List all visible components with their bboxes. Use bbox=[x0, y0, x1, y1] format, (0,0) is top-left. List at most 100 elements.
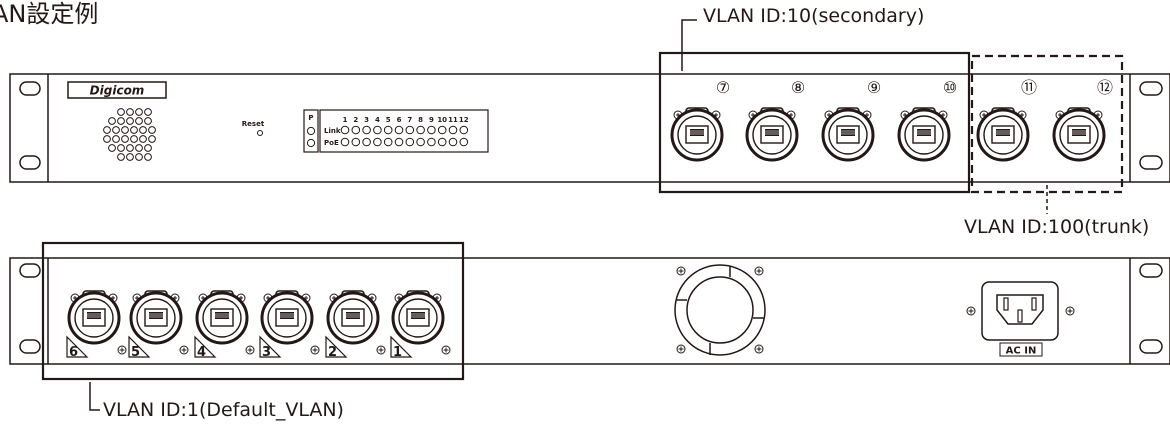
led-number-label: 10 bbox=[437, 116, 447, 124]
rack-ear-slot bbox=[19, 155, 41, 170]
speaker-hole bbox=[144, 108, 152, 116]
rack-ear-slot bbox=[1139, 81, 1163, 96]
speaker-hole bbox=[144, 117, 152, 125]
poe-led bbox=[362, 137, 371, 147]
led-number-label: 3 bbox=[364, 116, 369, 124]
link-led bbox=[448, 125, 458, 135]
port-number-label: 6 bbox=[69, 345, 78, 360]
speaker-hole bbox=[148, 135, 156, 143]
port-number-badge: ⑨ bbox=[867, 78, 881, 97]
port-number-badge: ⑧ bbox=[791, 78, 805, 97]
port-number-label: 5 bbox=[131, 345, 140, 360]
speaker-hole bbox=[108, 144, 116, 152]
poe-led bbox=[373, 137, 382, 147]
link-led bbox=[416, 125, 425, 135]
front-panel: Digicom Reset P Link PoE 1 2 3 4 5 6 7 8 9 10 11 12… bbox=[9, 73, 1170, 183]
speaker-hole bbox=[121, 126, 129, 134]
power-led bbox=[306, 138, 316, 148]
link-led bbox=[437, 125, 447, 135]
speaker-hole bbox=[121, 135, 129, 143]
poe-led bbox=[351, 137, 361, 147]
port-number-badge: ⑦ bbox=[716, 78, 730, 97]
link-led bbox=[351, 125, 361, 135]
led-number-label: 11 bbox=[448, 116, 458, 124]
speaker-hole bbox=[144, 153, 152, 161]
power-label: P bbox=[308, 114, 313, 122]
poe-led bbox=[448, 137, 458, 147]
port-number-badge: ⑫ bbox=[1097, 78, 1113, 97]
link-led bbox=[459, 125, 469, 135]
speaker-hole bbox=[108, 117, 116, 125]
callout-line bbox=[89, 382, 100, 411]
port-number-badge: ⑩ bbox=[943, 78, 957, 97]
poe-label: PoE bbox=[324, 139, 339, 147]
speaker-hole bbox=[148, 126, 156, 134]
speaker-hole bbox=[144, 144, 152, 152]
led-number-label: 12 bbox=[459, 116, 469, 124]
speaker-hole bbox=[130, 135, 138, 143]
poe-led bbox=[340, 137, 350, 147]
link-led bbox=[373, 125, 382, 135]
link-led bbox=[394, 125, 404, 135]
fan-icon bbox=[674, 264, 766, 356]
speaker-hole bbox=[117, 117, 125, 125]
port-number-badge: ⑪ bbox=[1021, 78, 1037, 97]
speaker-hole bbox=[126, 117, 134, 125]
link-label: Link bbox=[324, 127, 341, 135]
poe-led bbox=[416, 137, 425, 147]
led-number-label: 1 bbox=[343, 116, 348, 124]
link-led bbox=[405, 125, 415, 135]
led-number-label: 9 bbox=[429, 116, 434, 124]
speaker-hole bbox=[112, 126, 120, 134]
poe-led bbox=[394, 137, 404, 147]
rack-ear-slot bbox=[1139, 339, 1163, 354]
poe-led bbox=[437, 137, 447, 147]
speaker-hole bbox=[112, 135, 120, 143]
poe-led bbox=[427, 137, 436, 147]
power-led bbox=[306, 126, 316, 136]
led-number-label: 4 bbox=[375, 116, 380, 124]
speaker-hole bbox=[117, 108, 125, 116]
port-number-label: 4 bbox=[197, 345, 206, 360]
brand-logo: Digicom bbox=[90, 84, 145, 98]
callout-line bbox=[681, 19, 697, 71]
link-led bbox=[362, 125, 371, 135]
speaker-hole bbox=[117, 144, 125, 152]
speaker-hole bbox=[103, 126, 111, 134]
led-number-label: 7 bbox=[407, 116, 412, 124]
led-number-label: 2 bbox=[353, 116, 358, 124]
port-number-label: 2 bbox=[328, 345, 337, 360]
speaker-hole bbox=[126, 108, 134, 116]
switch-diagram: Digicom Reset P Link PoE 1 2 3 4 5 6 7 8 9 10 11 12… bbox=[9, 19, 1170, 411]
poe-led bbox=[405, 137, 415, 147]
poe-led bbox=[459, 137, 469, 147]
led-number-label: 5 bbox=[386, 116, 391, 124]
led-number-label: 6 bbox=[397, 116, 402, 124]
poe-led bbox=[383, 137, 393, 147]
speaker-hole bbox=[117, 153, 125, 161]
speaker-hole bbox=[126, 153, 134, 161]
ac-inlet[interactable] bbox=[966, 281, 1075, 341]
rear-panel: 6 5 4 3 2 1 AC IN bbox=[9, 257, 1170, 365]
speaker-hole bbox=[135, 153, 143, 161]
port-number-label: 3 bbox=[262, 345, 271, 360]
port-number-label: 1 bbox=[393, 345, 402, 360]
speaker-hole bbox=[103, 135, 111, 143]
led-number-label: 8 bbox=[418, 116, 423, 124]
link-led bbox=[427, 125, 436, 135]
rack-ear-slot bbox=[1139, 263, 1163, 278]
speaker-hole bbox=[139, 126, 147, 134]
ac-in-label: AC IN bbox=[1006, 346, 1037, 357]
link-led bbox=[340, 125, 350, 135]
reset-label: Reset bbox=[242, 120, 265, 128]
speaker-hole bbox=[135, 117, 143, 125]
speaker-hole bbox=[135, 144, 143, 152]
speaker-hole bbox=[126, 144, 134, 152]
rack-ear-slot bbox=[1139, 155, 1163, 170]
rack-ear-slot bbox=[19, 339, 41, 354]
reset-button[interactable] bbox=[257, 130, 263, 136]
speaker-hole bbox=[130, 126, 138, 134]
speaker-hole bbox=[139, 135, 147, 143]
speaker-hole bbox=[135, 108, 143, 116]
rack-ear-slot bbox=[19, 81, 41, 96]
